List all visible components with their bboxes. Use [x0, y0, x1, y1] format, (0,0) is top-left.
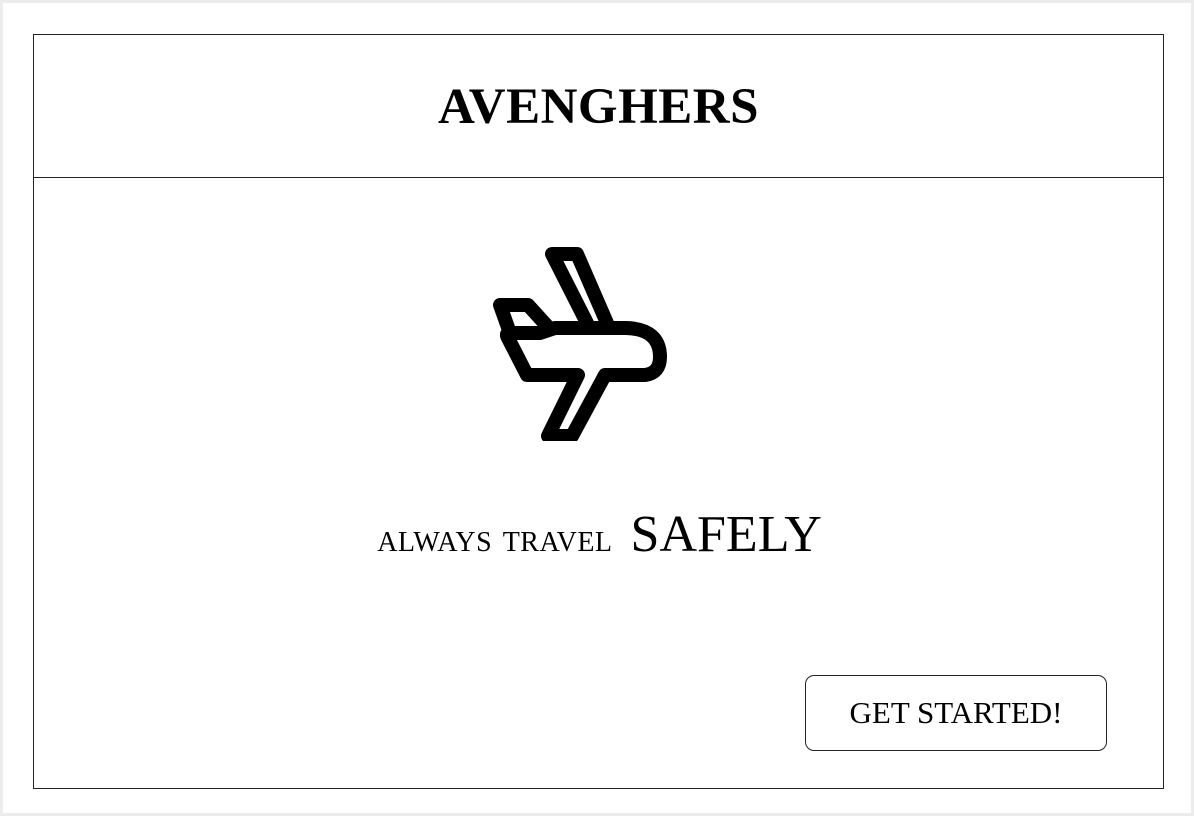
tagline: always travel SAFELY	[34, 505, 1165, 564]
header: AVENGHERS	[34, 35, 1163, 178]
brand-title: AVENGHERS	[438, 79, 759, 135]
page: AVENGHERS always travel SAFELY GET STARTE…	[0, 0, 1194, 816]
get-started-button[interactable]: GET STARTED!	[805, 675, 1107, 751]
tagline-emphasis: SAFELY	[630, 506, 822, 563]
tagline-lead: always travel	[377, 515, 613, 560]
landing-card: AVENGHERS always travel SAFELY GET STARTE…	[33, 34, 1164, 789]
airplane-icon	[493, 247, 667, 441]
